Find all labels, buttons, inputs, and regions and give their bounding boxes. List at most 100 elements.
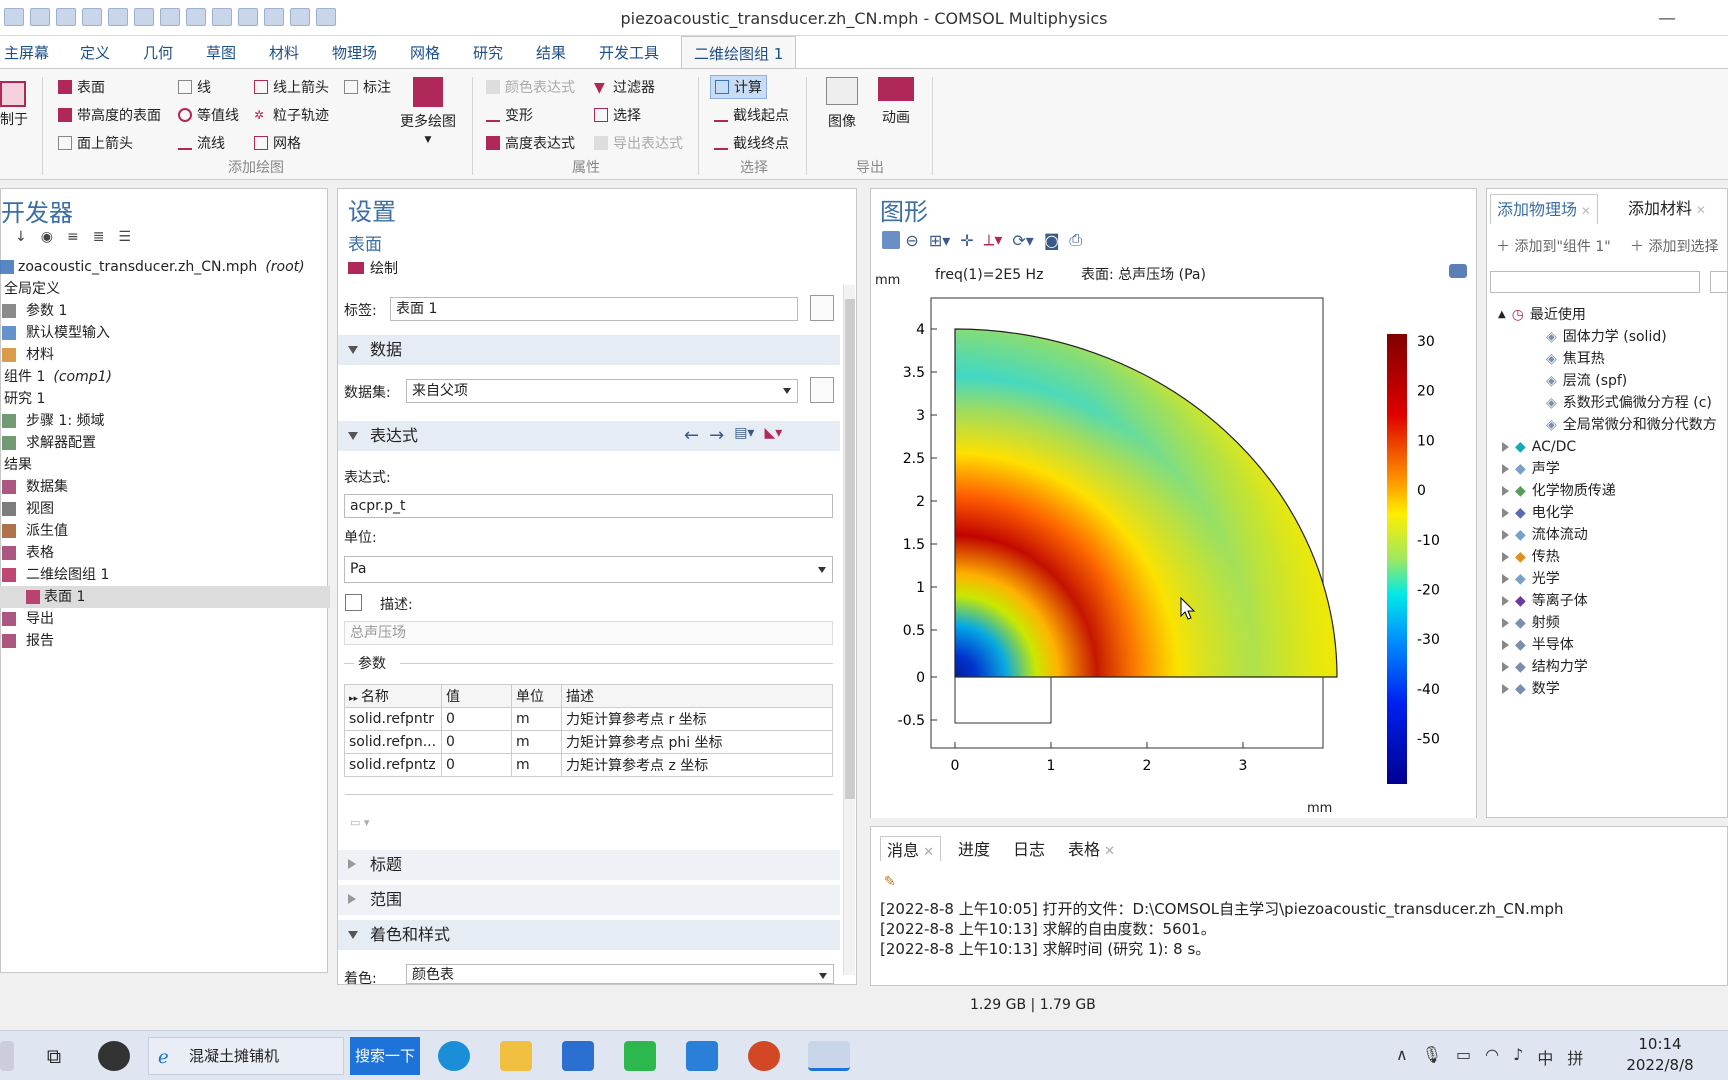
height-expression-button[interactable]: 高度表达式 (486, 133, 575, 153)
close-icon[interactable]: ✕ (1692, 203, 1706, 217)
mesh-button[interactable]: 网格 (254, 133, 301, 153)
expression-input[interactable]: acpr.p_t (344, 494, 833, 518)
filter-button[interactable]: ▼ 过滤器 (594, 77, 655, 97)
line-arrow-button[interactable]: 线上箭头 (254, 77, 329, 97)
section-data[interactable]: 数据 (338, 335, 840, 365)
zoom-extents-icon[interactable]: ✛ (960, 231, 973, 250)
tree-item[interactable]: 组件 1 (comp1) (0, 366, 330, 388)
physics-category[interactable]: ◆ 结构力学 (1494, 656, 1728, 678)
list-icon[interactable]: ☰ (118, 229, 131, 245)
table-row[interactable]: solid.refpntr 0 m 力矩计算参考点 r 坐标 (344, 707, 833, 731)
tree-item[interactable]: 表面 1 (0, 586, 330, 608)
tab-progress[interactable]: 进度 (958, 836, 990, 860)
animation-button[interactable]: 动画 (878, 77, 914, 127)
tab-study[interactable]: 研究 (473, 42, 503, 63)
wifi-icon[interactable]: ◠ (1485, 1045, 1499, 1069)
calendar-icon[interactable] (686, 1041, 718, 1071)
ime-pinyin[interactable]: 拼 (1567, 1045, 1583, 1069)
close-icon[interactable]: ✕ (919, 845, 934, 860)
add-to-component-button[interactable]: ＋ 添加到"组件 1" (1496, 236, 1611, 256)
collapse-icon[interactable]: ≡ (67, 229, 79, 245)
surface-button[interactable]: 表面 (58, 77, 105, 97)
edge-icon[interactable] (438, 1041, 470, 1071)
physics-category[interactable]: ◆ AC/DC (1494, 436, 1728, 458)
tree-item[interactable]: 全局定义 (0, 278, 330, 300)
image-button[interactable]: 图像 (826, 77, 858, 131)
clock-date[interactable]: 2022/8/8 (1624, 1056, 1696, 1074)
clear-icon[interactable]: ✎ (884, 874, 896, 890)
tree-item[interactable]: 派生值 (0, 520, 330, 542)
physics-recent-item[interactable]: ◈ 焦耳热 (1494, 348, 1728, 370)
tree-item[interactable]: 数据集 (0, 476, 330, 498)
app-icon[interactable] (98, 1041, 130, 1071)
physics-recent-item[interactable]: ◈ 全局常微分和微分代数方 (1494, 414, 1728, 436)
microphone-icon[interactable]: 🎙 (1422, 1045, 1442, 1069)
section-range[interactable]: 范围 (338, 885, 840, 915)
physics-recent-item[interactable]: ◈ 层流 (spf) (1494, 370, 1728, 392)
tab-results[interactable]: 结果 (536, 42, 566, 63)
tab-messages[interactable]: 消息 ✕ (880, 836, 942, 861)
physics-recent-item[interactable]: ◈ 系数形式偏微分方程 (c) (1494, 392, 1728, 414)
physics-category[interactable]: ◆ 流体流动 (1494, 524, 1728, 546)
cut-start-button[interactable]: 截线起点 (714, 105, 789, 125)
task-view-icon[interactable]: ⧉ (38, 1041, 70, 1071)
surface-arrow-button[interactable]: 面上箭头 (58, 133, 133, 153)
powerpoint-icon[interactable] (748, 1041, 780, 1071)
tree-item[interactable]: 导出 (0, 608, 330, 630)
ime-mode[interactable]: 中 (1537, 1045, 1553, 1069)
physics-category[interactable]: ◆ 传热 (1494, 546, 1728, 568)
unit-select[interactable]: Pa (344, 556, 833, 583)
chevron-up-icon[interactable]: ∧ (1396, 1045, 1408, 1069)
clock-time[interactable]: 10:14 (1628, 1035, 1692, 1053)
tree-item[interactable]: 结果 (0, 454, 330, 476)
forward-arrow-icon[interactable]: → (709, 425, 724, 446)
streamline-button[interactable]: 流线 (178, 133, 225, 153)
physics-category[interactable]: ◆ 等离子体 (1494, 590, 1728, 612)
dataset-select[interactable]: 来自父项 (406, 379, 798, 403)
tab-materials[interactable]: 材料 (269, 42, 299, 63)
physics-category[interactable]: ◆ 化学物质传递 (1494, 480, 1728, 502)
description-input[interactable]: 总声压场 (344, 621, 833, 645)
cut-end-button[interactable]: 截线终点 (714, 133, 789, 153)
label-info-icon[interactable] (810, 295, 834, 321)
close-icon[interactable]: ✕ (1100, 844, 1115, 859)
physics-search-button[interactable] (1710, 271, 1728, 293)
start-icon[interactable] (0, 1041, 14, 1071)
expand-icon[interactable]: ≣ (93, 229, 105, 245)
table-row[interactable]: solid.refpntz 0 m 力矩计算参考点 z 坐标 (344, 753, 833, 777)
tab-developer[interactable]: 开发工具 (599, 42, 659, 63)
physics-recent-item[interactable]: ◈ 固体力学 (solid) (1494, 326, 1728, 348)
tab-definitions[interactable]: 定义 (80, 42, 110, 63)
volume-icon[interactable]: ♪ (1513, 1045, 1523, 1069)
tree-item[interactable]: 研究 1 (0, 388, 330, 410)
tab-sketch[interactable]: 草图 (206, 42, 236, 63)
tab-mesh[interactable]: 网格 (410, 42, 440, 63)
camera-icon[interactable]: ◙ (1044, 231, 1060, 250)
compute-button[interactable]: 计算 (710, 75, 767, 99)
insert-expression-icon[interactable]: ▤▾ (734, 425, 754, 446)
height-surface-button[interactable]: 带高度的表面 (58, 105, 161, 125)
tree-item[interactable]: 表格 (0, 542, 330, 564)
physics-category[interactable]: ◆ 射频 (1494, 612, 1728, 634)
wechat-icon[interactable] (624, 1041, 656, 1071)
tree-item[interactable]: 求解器配置 (0, 432, 330, 454)
section-coloring[interactable]: 着色和样式 (338, 920, 840, 950)
settings-scrollbar[interactable] (843, 285, 855, 975)
taskbar-search-input[interactable]: 混凝土摊铺机 (148, 1037, 344, 1075)
dataset-goto-icon[interactable] (810, 377, 834, 403)
battery-icon[interactable]: ▭ (1456, 1045, 1471, 1069)
plot-in-button[interactable]: 制于 (0, 81, 28, 129)
print-icon[interactable]: ⎙ (1069, 230, 1082, 250)
tab-2d-plot-group[interactable]: 二维绘图组 1 (681, 36, 797, 69)
physics-category[interactable]: ◆ 半导体 (1494, 634, 1728, 656)
deform-button[interactable]: 变形 (486, 105, 533, 125)
physics-category[interactable]: ◆ 电化学 (1494, 502, 1728, 524)
minimize-button[interactable]: — (1658, 8, 1676, 29)
back-arrow-icon[interactable]: ← (684, 425, 699, 446)
annotation-button[interactable]: 标注 (344, 77, 391, 97)
tree-item[interactable]: 材料 (0, 344, 330, 366)
tree-item[interactable]: 二维绘图组 1 (0, 564, 330, 586)
tree-item[interactable]: 参数 1 (0, 300, 330, 322)
physics-category[interactable]: ◆ 光学 (1494, 568, 1728, 590)
down-icon[interactable]: ↓ (15, 229, 27, 245)
